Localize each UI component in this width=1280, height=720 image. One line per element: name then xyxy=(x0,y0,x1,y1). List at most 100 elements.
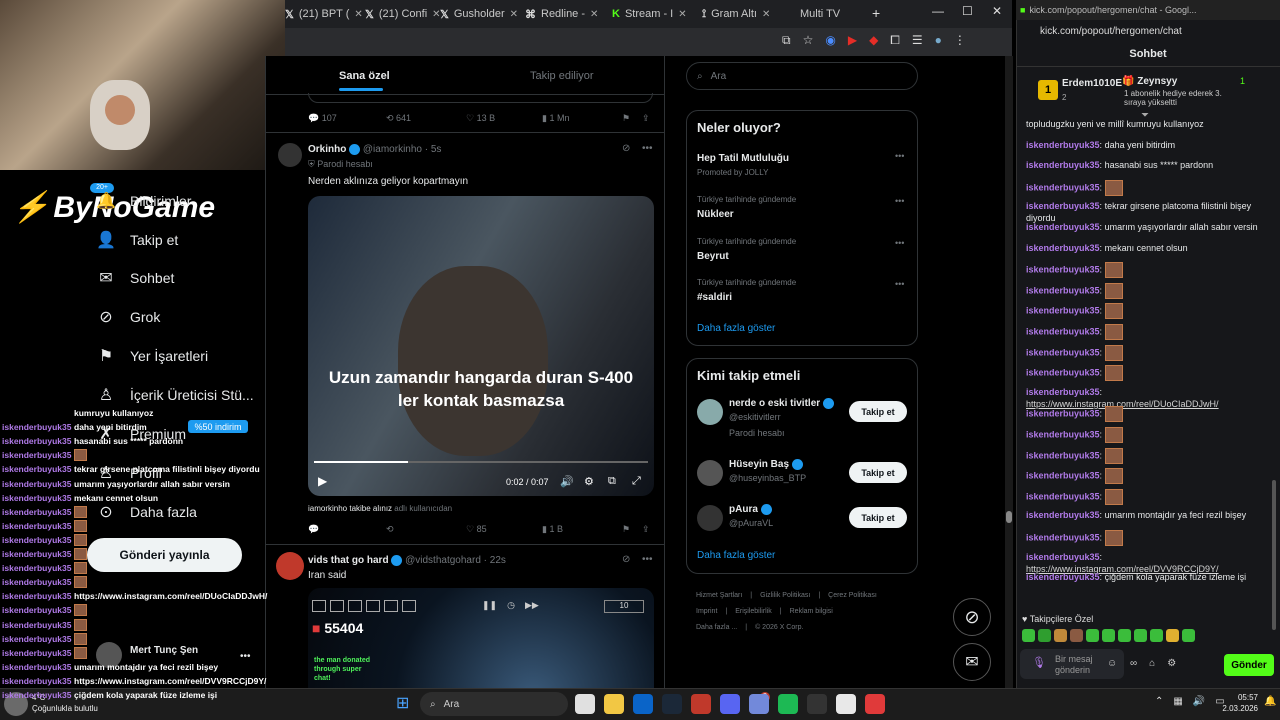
emote-button[interactable] xyxy=(1022,629,1035,642)
chat-username[interactable]: iskenderbuyuk35 xyxy=(1026,265,1100,275)
mic-icon[interactable]: 🎙 xyxy=(1032,656,1046,669)
send-button[interactable]: Gönder xyxy=(1224,654,1274,676)
chat-username[interactable]: iskenderbuyuk35 xyxy=(1026,429,1100,439)
chat-username[interactable]: iskenderbuyuk35 xyxy=(1026,532,1100,542)
discord-ptb-icon[interactable] xyxy=(749,694,769,714)
browser-tab[interactable]: K Stream - I ✕ xyxy=(612,4,690,24)
bookmark-icon[interactable]: ⚑ xyxy=(622,524,630,535)
reply-icon[interactable]: 💬 xyxy=(308,524,319,535)
emote-button[interactable] xyxy=(1118,629,1131,642)
chat-username[interactable]: iskenderbuyuk35 xyxy=(1026,387,1100,397)
nav-bookmarks[interactable]: ⚑ Yer İşaretleri xyxy=(96,343,208,369)
file-explorer-icon[interactable] xyxy=(604,694,624,714)
chat-username[interactable]: iskenderbuyuk35 xyxy=(1026,182,1100,192)
trend-more-icon[interactable]: ••• xyxy=(895,151,904,161)
follow-show-more[interactable]: Daha fazla göster xyxy=(697,550,775,561)
tweet-video[interactable]: Uzun zamandır hangarda duran S-400 ler k… xyxy=(308,196,654,496)
share-icon[interactable]: ⇪ xyxy=(642,524,650,535)
follow-name[interactable]: nerde o eski tivitler xyxy=(729,398,834,409)
network-icon[interactable]: ▦ xyxy=(1173,696,1182,707)
view-count[interactable]: ▮ 1 Mn xyxy=(542,113,569,124)
browser-menu-icon[interactable]: ⋮ xyxy=(954,33,966,48)
cast-icon[interactable]: ⧉ xyxy=(782,33,791,48)
grok-icon[interactable]: ⊘ xyxy=(622,554,630,565)
browser-tab[interactable]: ⟟ Gram Altı ✕ xyxy=(702,4,780,24)
chat-username[interactable]: iskenderbuyuk35 xyxy=(1026,491,1100,501)
chat-scrollbar[interactable] xyxy=(1272,480,1276,630)
emote-button[interactable] xyxy=(1102,629,1115,642)
reply-count[interactable]: 💬 107 xyxy=(308,113,337,124)
tweet-author-handle[interactable]: @iamorkinho xyxy=(363,144,422,155)
chat-username[interactable]: iskenderbuyuk35 xyxy=(1026,347,1100,357)
repost-count[interactable]: ⟲ 641 xyxy=(386,113,411,124)
tab-close-icon[interactable]: ✕ xyxy=(590,9,598,20)
tab-close-icon[interactable]: ✕ xyxy=(354,9,362,20)
pip-icon[interactable]: ⧉ xyxy=(608,475,616,488)
share-icon[interactable]: ⇪ xyxy=(642,113,650,124)
nav-creator-studio[interactable]: ♙ İçerik Üreticisi Stü... xyxy=(96,382,254,408)
video-progress-track[interactable] xyxy=(314,461,648,463)
chat-username[interactable]: iskenderbuyuk35 xyxy=(1026,409,1100,419)
chat-username[interactable]: iskenderbuyuk35 xyxy=(1026,160,1100,170)
profile-avatar-icon[interactable]: ● xyxy=(935,33,942,48)
grok-float-button[interactable]: ⊘ xyxy=(953,598,991,636)
settings-icon[interactable]: ⚙ xyxy=(1167,658,1176,669)
account-more-icon[interactable]: ••• xyxy=(240,651,251,662)
trend-name[interactable]: #saldiri xyxy=(697,292,732,303)
tweet-more-icon[interactable]: ••• xyxy=(642,143,653,154)
trend-name[interactable]: Nükleer xyxy=(697,209,734,220)
emote-button[interactable] xyxy=(1086,629,1099,642)
leaderboard-name[interactable]: Erdem1010E xyxy=(1062,78,1122,89)
maximize-button[interactable]: ☐ xyxy=(962,4,973,18)
follow-button[interactable]: Takip et xyxy=(849,462,907,483)
tweet-time[interactable]: 5s xyxy=(431,144,442,155)
nav-grok[interactable]: ⊘ Grok xyxy=(96,304,160,330)
fullscreen-icon[interactable]: ⤢ xyxy=(632,475,641,488)
chat-username[interactable]: iskenderbuyuk35 xyxy=(1026,140,1100,150)
search-input[interactable]: ⌕ Ara xyxy=(686,62,918,90)
extensions-icon[interactable]: ⧠ xyxy=(890,33,900,48)
emote-button[interactable] xyxy=(1054,629,1067,642)
nav-follow[interactable]: 👤 Takip et xyxy=(96,227,178,253)
chat-username[interactable]: iskenderbuyuk35 xyxy=(1026,572,1100,582)
extension-2-icon[interactable]: ◆ xyxy=(869,33,878,48)
follow-handle[interactable]: @eskitivitlerr xyxy=(729,412,781,422)
volume-icon[interactable]: 🔊 xyxy=(1193,696,1205,707)
chat-username[interactable]: iskenderbuyuk35 xyxy=(1026,306,1100,316)
tweet-author-name[interactable]: Orkinho xyxy=(308,144,346,155)
tweet-footnote-handle[interactable]: iamorkinho takibe alınız xyxy=(308,504,392,513)
spotify-icon[interactable] xyxy=(778,694,798,714)
tweet-avatar[interactable] xyxy=(278,143,302,167)
epic-games-icon[interactable] xyxy=(807,694,827,714)
youtube-ext-icon[interactable]: ▶ xyxy=(848,33,857,48)
follow-avatar[interactable] xyxy=(697,399,723,425)
steam-icon[interactable] xyxy=(662,694,682,714)
notification-bell-icon[interactable]: 🔔 xyxy=(1264,696,1276,707)
footer-link[interactable]: © 2026 X Corp. xyxy=(755,624,803,631)
app-red-icon[interactable] xyxy=(691,694,711,714)
chrome-icon[interactable] xyxy=(836,694,856,714)
trends-show-more[interactable]: Daha fazla göster xyxy=(697,323,775,334)
bookmark-star-icon[interactable]: ☆ xyxy=(803,33,814,48)
view-count[interactable]: ▮ 1 B xyxy=(542,524,563,535)
account-name[interactable]: Mert Tunç Şen xyxy=(130,645,198,656)
trend-name[interactable]: Beyrut xyxy=(697,251,729,262)
browser-tab[interactable]: Multi TV xyxy=(800,4,866,24)
footer-link[interactable]: Daha fazla ... xyxy=(696,624,737,631)
minimize-button[interactable]: — xyxy=(932,4,944,18)
gifter-name[interactable]: 🎁 Zeynsyy xyxy=(1122,76,1177,87)
browser-tab[interactable]: 𝕏 (21) BPT (✕ xyxy=(285,4,363,24)
emoji-icon[interactable]: ☺ xyxy=(1107,658,1117,669)
bookmark-icon[interactable]: ⚑ xyxy=(622,113,630,124)
media-controls-icon[interactable]: ☰ xyxy=(912,33,923,48)
tab-following[interactable]: Takip ediliyor xyxy=(530,70,594,82)
trend-name[interactable]: Hep Tatil Mutluluğu xyxy=(697,153,789,164)
emote-button[interactable] xyxy=(1182,629,1195,642)
outlook-icon[interactable] xyxy=(633,694,653,714)
taskbar-search[interactable]: ⌕ Ara xyxy=(420,692,568,716)
extension-1-icon[interactable]: ◉ xyxy=(825,33,835,48)
tweet-video-2[interactable]: ❚❚ ◷ ▶▶ 10 ■ 55404 the man donated through… xyxy=(308,588,654,688)
emote-button[interactable] xyxy=(1070,629,1083,642)
chat-username[interactable]: iskenderbuyuk35 xyxy=(1026,326,1100,336)
emote-button[interactable] xyxy=(1166,629,1179,642)
